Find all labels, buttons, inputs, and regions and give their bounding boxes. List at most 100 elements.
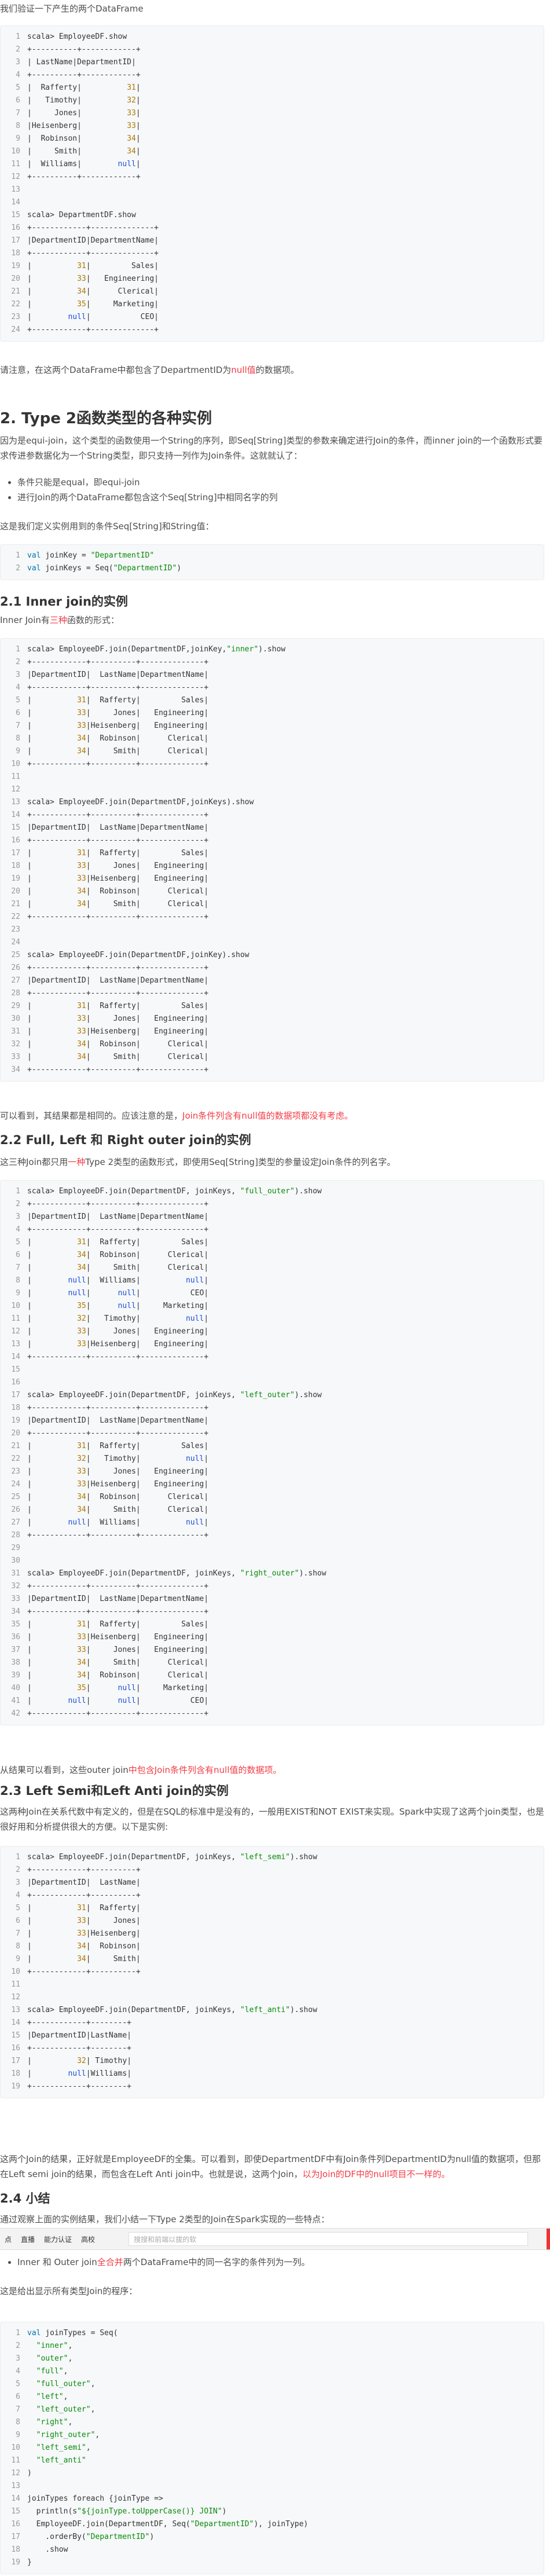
line-text: | 31| Rafferty| Sales| bbox=[27, 1620, 209, 1629]
line-text: +------------+----------+--------------+ bbox=[27, 1709, 209, 1718]
code-block-3: 1 scala> EmployeeDF.join(DepartmentDF,joi… bbox=[0, 638, 544, 1082]
line-number: 31 bbox=[11, 1569, 20, 1578]
code-line: 31 scala> EmployeeDF.join(DepartmentDF, j… bbox=[1, 1567, 544, 1580]
line-number: 35 bbox=[11, 1620, 20, 1629]
line-text: | 33|Heisenberg| bbox=[27, 1929, 141, 1938]
code-line: 3 "outer", bbox=[1, 2353, 544, 2365]
line-number: 18 bbox=[11, 1404, 20, 1412]
code-line: 13 bbox=[1, 184, 544, 196]
line-text: +------------+--------------+ bbox=[27, 223, 159, 232]
line-text: +------------+----------+ bbox=[27, 1891, 141, 1900]
line-number: 13 bbox=[11, 798, 20, 807]
line-text: | null|Williams| bbox=[27, 2069, 132, 2078]
line-number: 9 bbox=[16, 2431, 20, 2439]
line-number: 26 bbox=[11, 1505, 20, 1514]
semi-note: 这两个Join的结果，正好就是EmployeeDF的全集。可以看到，即使Depa… bbox=[0, 2152, 544, 2182]
code-line: 24 | 33|Heisenberg| Engineering| bbox=[1, 1478, 544, 1491]
code-line: 10 "left_semi", bbox=[1, 2442, 544, 2454]
line-text: | null| Williams| null| bbox=[27, 1276, 209, 1285]
line-number: 3 bbox=[16, 58, 20, 67]
line-text: | 35| Marketing| bbox=[27, 300, 159, 309]
line-number: 11 bbox=[11, 772, 20, 781]
code-block-2: 1 val joinKey = "DepartmentID" 2 val joinKe… bbox=[0, 544, 544, 580]
code-line: 6 | 33| Jones| bbox=[1, 1915, 544, 1928]
line-text: val joinKeys = Seq("DepartmentID") bbox=[27, 564, 182, 573]
bullet-list: Inner 和 Outer join全合并两个DataFrame中的同一名字的条… bbox=[0, 2255, 544, 2270]
code-line: 11 bbox=[1, 771, 544, 783]
line-text: EmployeeDF.join(DepartmentDF, Seq("Depar… bbox=[27, 2520, 309, 2529]
line-number: 1 bbox=[16, 32, 20, 41]
line-text: |DepartmentID|DepartmentName| bbox=[27, 236, 159, 245]
code-content: 1 val joinTypes = Seq(2 "inner", 3 "outer"… bbox=[1, 2327, 544, 2569]
line-text: +------------+----------+--------------+ bbox=[27, 913, 209, 921]
toolbar-item[interactable]: 高校 bbox=[76, 2234, 100, 2244]
code-line: 12 bbox=[1, 1991, 544, 2004]
line-text: .orderBy("DepartmentID") bbox=[27, 2533, 155, 2541]
line-number: 9 bbox=[16, 747, 20, 756]
line-number: 16 bbox=[11, 2044, 20, 2053]
code-line: 16 +------------+----------+-------------… bbox=[1, 834, 544, 847]
line-number: 32 bbox=[11, 1582, 20, 1591]
line-text: scala> EmployeeDF.join(DepartmentDF, joi… bbox=[27, 1853, 317, 1862]
line-text: | 34| Robinson| Clerical| bbox=[27, 1251, 209, 1259]
code-line: 14 bbox=[1, 196, 544, 209]
line-number: 24 bbox=[11, 1480, 20, 1489]
line-number: 15 bbox=[11, 211, 20, 219]
line-number: 15 bbox=[11, 2507, 20, 2516]
line-text: +------------+----------+--------------+ bbox=[27, 1225, 209, 1234]
line-text: +------------+----------+--------------+ bbox=[27, 836, 209, 845]
line-text: | 33|Heisenberg| Engineering| bbox=[27, 1340, 209, 1349]
line-text: scala> EmployeeDF.show bbox=[27, 32, 127, 41]
line-text: | 31| Sales| bbox=[27, 262, 159, 270]
note-text: 请注意，在这两个DataFrame中都包含了DepartmentID为 bbox=[0, 365, 232, 375]
line-text: | 34| Robinson| bbox=[27, 1942, 141, 1951]
line-number: 5 bbox=[16, 696, 20, 705]
line-text: +----------+------------+ bbox=[27, 71, 141, 79]
toolbar-item[interactable]: 点 bbox=[0, 2234, 16, 2244]
line-text: | 31| Rafferty| Sales| bbox=[27, 849, 209, 858]
intro-text: 我们验证一下产生的两个DataFrame bbox=[0, 3, 144, 14]
note-text: 的数据项。 bbox=[255, 365, 299, 375]
line-number: 1 bbox=[16, 551, 20, 560]
line-number: 19 bbox=[11, 1416, 20, 1425]
line-text: scala> EmployeeDF.join(DepartmentDF, joi… bbox=[27, 2006, 317, 2014]
line-number: 12 bbox=[11, 1993, 20, 2002]
line-number: 36 bbox=[11, 1633, 20, 1641]
outer-text: Type 2类型的函数形式，即使用Seq[String]类型的参量设定Join条… bbox=[85, 1157, 396, 1167]
line-text: | 33| Jones| bbox=[27, 1917, 141, 1925]
line-number: 6 bbox=[16, 96, 20, 105]
line-text: | 34| Smith| Clerical| bbox=[27, 1263, 209, 1272]
code-line: 12 bbox=[1, 783, 544, 796]
line-number: 8 bbox=[16, 1276, 20, 1285]
outer-description: 这三种Join都只用一种Type 2类型的函数形式，即使用Seq[String]… bbox=[0, 1155, 544, 1170]
inner-text: Inner Join有 bbox=[0, 615, 50, 625]
line-text: "inner", bbox=[36, 2342, 73, 2350]
code-line: 10 | 35| null| Marketing| bbox=[1, 1300, 544, 1313]
line-number: 23 bbox=[11, 925, 20, 934]
line-number: 2 bbox=[16, 1866, 20, 1874]
code-line: 30 | 33| Jones| Engineering| bbox=[1, 1013, 544, 1025]
toolbar-item[interactable]: 直播 bbox=[16, 2234, 39, 2244]
line-text: +------------+--------------+ bbox=[27, 249, 159, 258]
code-line: 35 | 31| Rafferty| Sales| bbox=[1, 1618, 544, 1631]
line-text: | 34| Smith| Clerical| bbox=[27, 1658, 209, 1667]
code-line: 15 bbox=[1, 1364, 544, 1376]
line-text: | 34| Robinson| Clerical| bbox=[27, 734, 209, 743]
line-text: +------------+----------+--------------+ bbox=[27, 1531, 209, 1540]
code-line: 4 +------------+----------+--------------… bbox=[1, 1223, 544, 1236]
code-line: 14 +------------+--------+ bbox=[1, 2017, 544, 2029]
line-number: 15 bbox=[11, 2031, 20, 2040]
outer-note: 从结果可以看到，这些outer join中包含Join条件列含有null值的数据… bbox=[0, 1762, 544, 1778]
code-line: 7 "left_outer", bbox=[1, 2403, 544, 2416]
toolbar-item[interactable]: 能力认证 bbox=[39, 2234, 76, 2244]
search-input[interactable]: 搜搜和前端以拔的软 bbox=[129, 2232, 529, 2246]
line-number: 6 bbox=[16, 709, 20, 717]
line-number: 15 bbox=[11, 1365, 20, 1374]
code-line: 9 "right_outer", bbox=[1, 2429, 544, 2442]
line-number: 29 bbox=[11, 1002, 20, 1010]
outer-text: 这三种Join都只用 bbox=[0, 1157, 68, 1167]
code-line: 23 bbox=[1, 924, 544, 936]
code-line: 4 "full", bbox=[1, 2365, 544, 2378]
line-text: scala> EmployeeDF.join(DepartmentDF, joi… bbox=[27, 1391, 322, 1399]
line-number: 24 bbox=[11, 325, 20, 334]
